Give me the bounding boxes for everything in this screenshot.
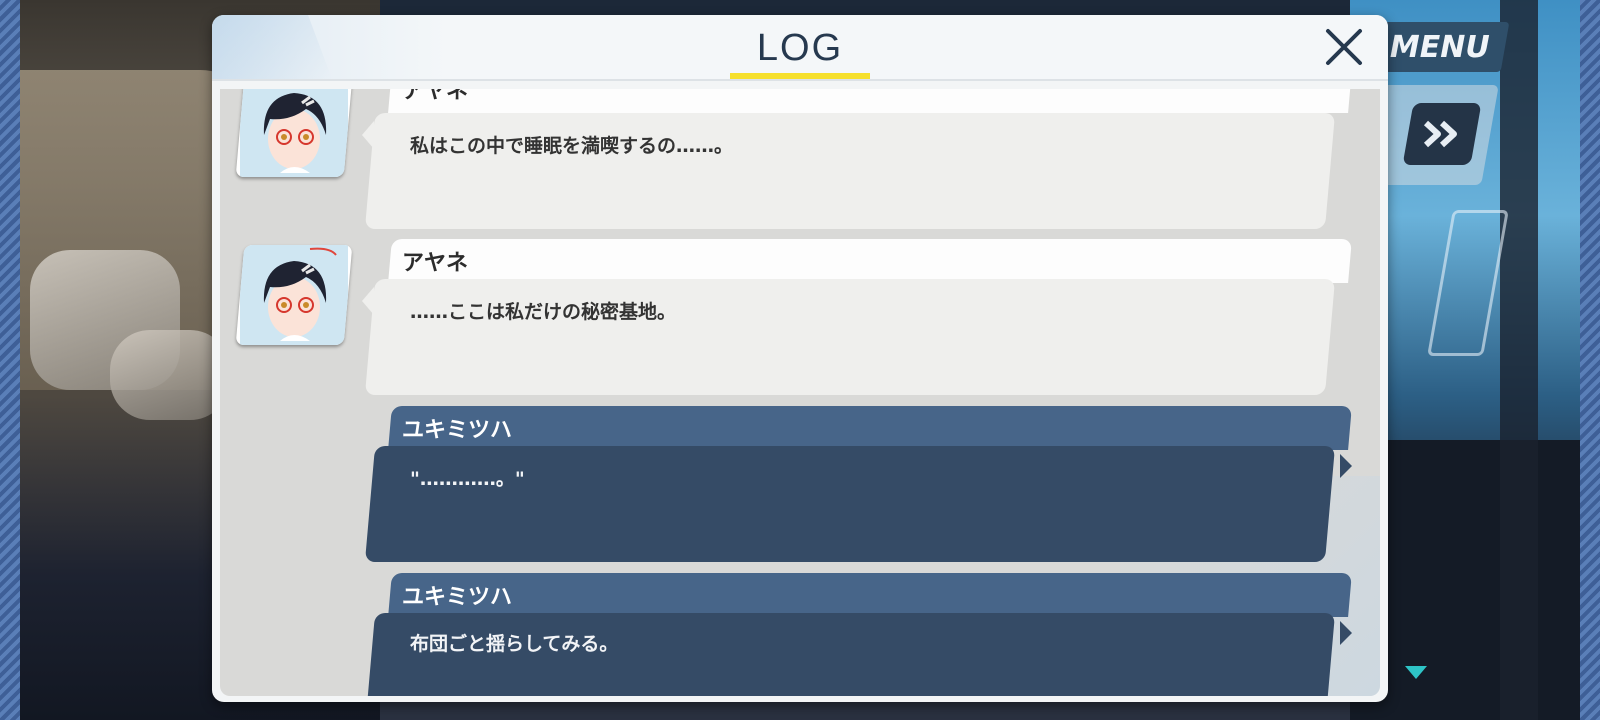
message-text: "…………。"	[410, 468, 525, 490]
right-border-stripe	[1580, 0, 1600, 720]
speaker-name: アヤネ	[402, 89, 469, 104]
avatar	[235, 245, 353, 345]
speaker-name-tab	[388, 406, 1352, 450]
menu-button[interactable]: MENU	[1370, 22, 1510, 72]
bubble-tail	[362, 121, 374, 149]
speaker-name: ユキミツハ	[402, 585, 513, 610]
log-scroll-area[interactable]: アヤネ 私はこの中で睡眠を満喫するの……。 アヤネ ……ここは私だけの秘密基地。…	[220, 89, 1380, 696]
speaker-name-tab	[388, 239, 1352, 283]
fast-forward-icon	[1423, 120, 1457, 148]
log-header: LOG	[212, 15, 1388, 79]
message-text: ……ここは私だけの秘密基地。	[410, 301, 677, 323]
message-text: 布団ごと揺らしてみる。	[410, 633, 619, 655]
bubble-tail	[1340, 454, 1352, 478]
speaker-name-tab	[388, 89, 1352, 113]
speaker-name: アヤネ	[402, 251, 469, 276]
log-modal: LOG アヤネ 私はこの中で睡眠を満喫するの……。 アヤネ ……ここは私だけの秘…	[212, 15, 1388, 702]
bubble-tail	[362, 287, 374, 315]
speaker-name-tab	[388, 573, 1352, 617]
close-icon	[1326, 29, 1362, 65]
log-title: LOG	[756, 27, 844, 69]
close-button[interactable]	[1322, 25, 1366, 69]
message-text: 私はこの中で睡眠を満喫するの……。	[410, 135, 734, 157]
bubble-tail	[1340, 621, 1352, 645]
ayane-portrait-icon	[240, 245, 348, 345]
ayane-portrait-icon	[240, 89, 348, 177]
scroll-down-indicator-icon[interactable]	[1405, 666, 1427, 679]
fast-forward-button[interactable]	[1402, 103, 1482, 165]
avatar	[235, 89, 353, 177]
left-border-stripe	[0, 0, 20, 720]
speaker-name: ユキミツハ	[402, 418, 513, 443]
header-divider	[212, 79, 1388, 81]
window-frame	[1500, 0, 1538, 720]
menu-button-label: MENU	[1390, 29, 1490, 65]
